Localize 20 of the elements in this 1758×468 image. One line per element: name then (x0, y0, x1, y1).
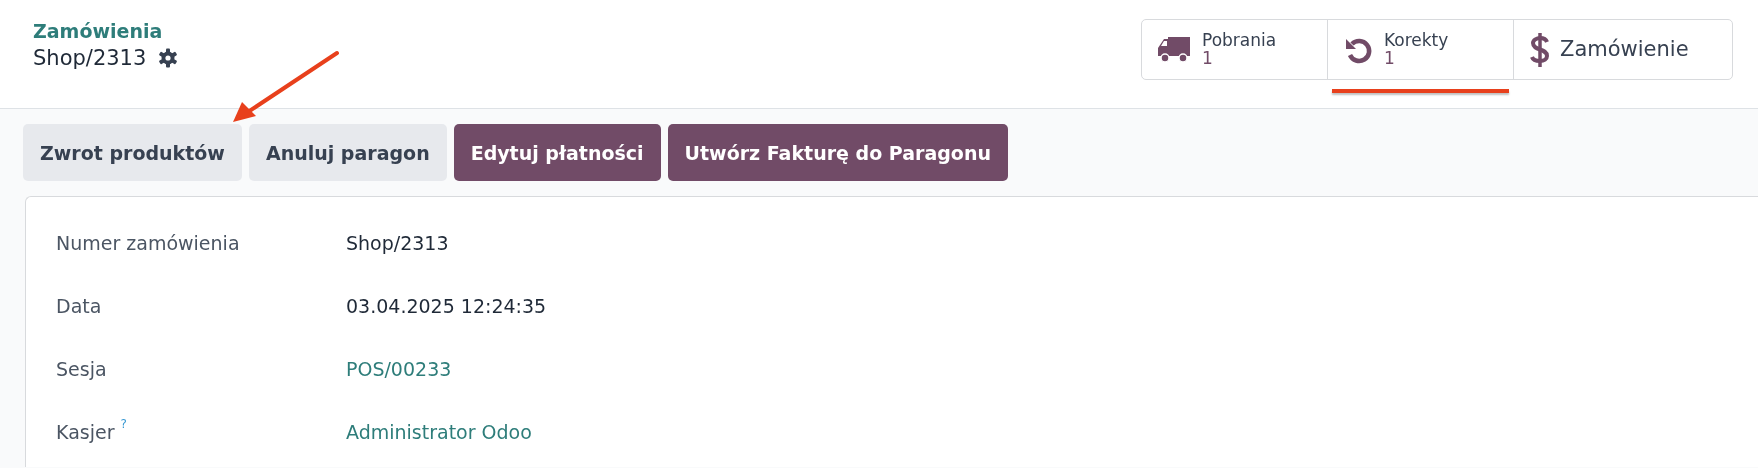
smart-button[interactable]: Pobrania 1 (1142, 20, 1328, 79)
action-button[interactable]: Zwrot produktów (23, 124, 242, 181)
breadcrumb-link[interactable]: Zamówienia (33, 20, 163, 42)
field-label: Data (56, 294, 102, 317)
action-button[interactable]: Anuluj paragon (248, 124, 447, 181)
field-link[interactable]: POS/00233 (346, 357, 452, 380)
field-link[interactable]: Administrator Odoo (346, 420, 532, 443)
smart-button[interactable]: Korekty 1 (1328, 20, 1514, 79)
action-button[interactable]: Utwórz Fakturę do Paragonu (667, 124, 1008, 181)
truck-icon (1158, 35, 1192, 64)
record-title: Shop/2313 (33, 46, 147, 70)
dollar-icon (1530, 31, 1550, 68)
field-label: Kasjer (56, 420, 115, 443)
settings-icon[interactable] (158, 48, 179, 68)
field-label: Numer zamówienia (56, 231, 240, 254)
field-label: Sesja (56, 357, 107, 380)
field-value: 03.04.2025 12:24:35 (346, 294, 547, 317)
field-value: Shop/2313 (346, 231, 449, 254)
smart-button[interactable]: Zamówienie (1514, 20, 1732, 79)
action-button[interactable]: Edytuj płatności (453, 124, 661, 181)
